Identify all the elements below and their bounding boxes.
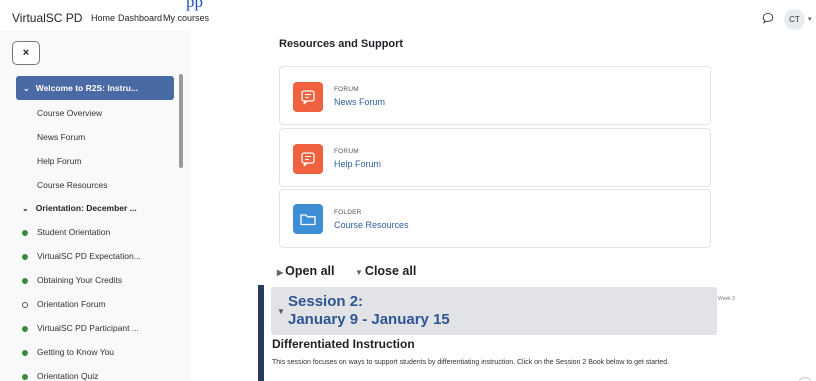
activity-type-label: FORUM bbox=[334, 148, 359, 155]
activity-link-news-forum[interactable]: News Forum bbox=[334, 97, 385, 107]
forum-icon bbox=[293, 144, 323, 174]
completion-dot-icon bbox=[22, 326, 28, 332]
messages-icon[interactable] bbox=[762, 12, 774, 24]
course-index-drawer: × ⌄ Welcome to R2S: Instru... Course Over… bbox=[0, 30, 190, 381]
session-header[interactable]: ▼ Session 2: January 9 - January 15 bbox=[271, 287, 717, 335]
session-description: This session focuses on ways to support … bbox=[272, 359, 670, 366]
open-all-button[interactable]: ▶ Open all bbox=[277, 264, 334, 278]
session-subtitle: Differentiated Instruction bbox=[272, 337, 415, 351]
collapse-triangle-icon[interactable]: ▼ bbox=[277, 307, 285, 316]
drawer-item-orientation-forum[interactable]: Orientation Forum bbox=[37, 299, 106, 309]
user-avatar[interactable]: CT bbox=[784, 9, 805, 30]
section-welcome-label: Welcome to R2S: Instru... bbox=[35, 83, 139, 93]
chevron-down-icon[interactable]: ▾ bbox=[808, 15, 812, 23]
activity-card-course-resources[interactable]: FOLDER Course Resources bbox=[279, 189, 711, 248]
close-all-label: Close all bbox=[364, 264, 417, 278]
site-name[interactable]: VirtualSC PD bbox=[12, 11, 82, 25]
cut-off-header-text: pp bbox=[186, 0, 203, 11]
help-button[interactable] bbox=[798, 377, 812, 381]
drawer-item-orientation-quiz[interactable]: Orientation Quiz bbox=[37, 371, 98, 381]
drawer-scrollbar[interactable] bbox=[179, 74, 183, 168]
week-label: Week 3 bbox=[718, 296, 735, 302]
completion-dot-icon bbox=[22, 230, 28, 236]
drawer-item-obtaining-credits[interactable]: Obtaining Your Credits bbox=[37, 275, 122, 285]
chevron-down-icon: ⌄ bbox=[23, 84, 30, 93]
close-drawer-button[interactable]: × bbox=[12, 41, 40, 65]
nav-my-courses[interactable]: My courses bbox=[163, 13, 209, 23]
activity-link-help-forum[interactable]: Help Forum bbox=[334, 159, 381, 169]
chevron-down-icon: ⌄ bbox=[22, 204, 29, 213]
session-title: Session 2: January 9 - January 15 bbox=[288, 293, 450, 329]
completion-dot-icon bbox=[22, 350, 28, 356]
forum-icon bbox=[293, 82, 323, 112]
folder-icon bbox=[293, 204, 323, 234]
completion-dot-icon bbox=[22, 374, 28, 380]
section-welcome[interactable]: ⌄ Welcome to R2S: Instru... bbox=[16, 76, 174, 100]
drawer-item-participant[interactable]: VirtualSC PD Participant ... bbox=[37, 323, 139, 333]
activity-card-news-forum[interactable]: FORUM News Forum bbox=[279, 66, 711, 125]
session-title-line1: Session 2: bbox=[288, 293, 364, 310]
session-title-line2: January 9 - January 15 bbox=[288, 311, 450, 328]
activity-type-label: FORUM bbox=[334, 86, 359, 93]
completion-dot-icon bbox=[22, 254, 28, 260]
nav-home[interactable]: Home bbox=[91, 13, 115, 23]
drawer-item-course-resources[interactable]: Course Resources bbox=[37, 180, 107, 190]
section-title: Resources and Support bbox=[279, 38, 404, 50]
drawer-item-getting-to-know-you[interactable]: Getting to Know You bbox=[37, 347, 114, 357]
completion-dot-icon bbox=[22, 278, 28, 284]
activity-type-label: FOLDER bbox=[334, 209, 362, 216]
drawer-item-student-orientation[interactable]: Student Orientation bbox=[37, 227, 110, 237]
activity-link-course-resources[interactable]: Course Resources bbox=[334, 220, 409, 230]
drawer-item-news-forum[interactable]: News Forum bbox=[37, 132, 85, 142]
drawer-item-course-overview[interactable]: Course Overview bbox=[37, 108, 102, 118]
triangle-right-icon: ▶ bbox=[277, 268, 284, 277]
top-navbar: pp VirtualSC PD Home Dashboard My course… bbox=[0, 0, 816, 30]
activity-card-help-forum[interactable]: FORUM Help Forum bbox=[279, 128, 711, 187]
drawer-item-help-forum[interactable]: Help Forum bbox=[37, 156, 81, 166]
nav-dashboard[interactable]: Dashboard bbox=[118, 13, 162, 23]
triangle-down-icon: ▼ bbox=[355, 268, 363, 277]
open-all-label: Open all bbox=[285, 264, 335, 278]
section-orientation[interactable]: ⌄ Orientation: December ... bbox=[22, 203, 137, 213]
drawer-item-expectations[interactable]: VirtualSC PD Expectation... bbox=[37, 251, 141, 261]
session-highlight-bar bbox=[258, 285, 264, 381]
close-all-button[interactable]: ▼ Close all bbox=[355, 264, 416, 278]
section-orientation-label: Orientation: December ... bbox=[35, 203, 137, 213]
incomplete-circle-icon bbox=[22, 302, 28, 308]
